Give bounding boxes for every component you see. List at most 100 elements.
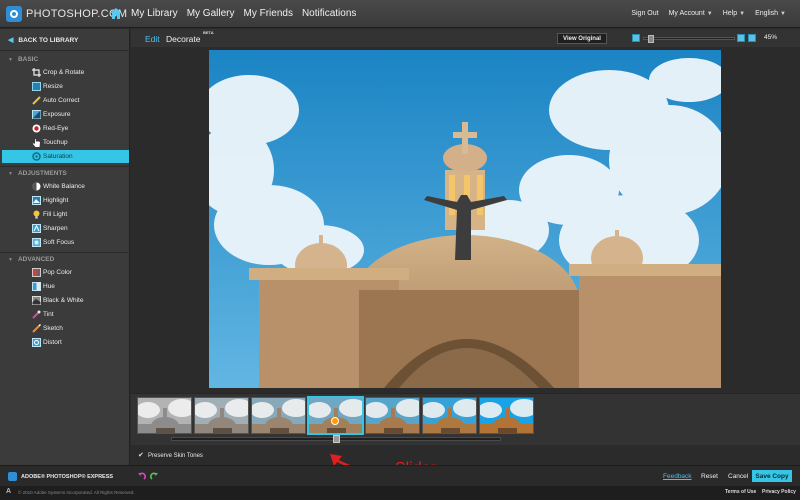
- reset-button[interactable]: Reset: [701, 473, 718, 480]
- tool-white-balance[interactable]: White Balance: [2, 180, 129, 193]
- zoom-fit-icon[interactable]: [748, 34, 756, 42]
- save-copy-button[interactable]: Save Copy: [752, 470, 792, 482]
- tools-sidebar: ◀ BACK TO LIBRARY ▼ BASIC Crop & Rotate …: [0, 29, 130, 465]
- undo-icon[interactable]: [137, 472, 146, 481]
- filter-thumbnail[interactable]: [422, 397, 477, 434]
- tool-label: Crop & Rotate: [43, 69, 85, 76]
- filter-thumbnail[interactable]: [137, 397, 192, 434]
- nav-my-gallery[interactable]: My Gallery: [187, 8, 235, 19]
- bottom-action-bar: ADOBE® PHOTOSHOP® EXPRESS Feedback Reset…: [0, 465, 800, 486]
- beta-badge: BETA: [203, 30, 214, 35]
- language-label: English: [755, 10, 779, 17]
- filter-thumbnail[interactable]: [251, 397, 306, 434]
- distort-icon: [32, 338, 41, 347]
- zoom-slider-handle[interactable]: [648, 35, 654, 43]
- home-icon[interactable]: [110, 8, 122, 19]
- tool-fill-light[interactable]: Fill Light: [2, 208, 129, 221]
- help-menu[interactable]: Help ▼: [723, 10, 745, 17]
- nav-my-friends[interactable]: My Friends: [243, 8, 292, 19]
- back-to-library-button[interactable]: ◀ BACK TO LIBRARY: [8, 36, 78, 45]
- section-advanced[interactable]: ▼ ADVANCED: [8, 256, 54, 263]
- terms-of-use-link[interactable]: Terms of Use: [725, 489, 756, 495]
- tool-label: Red-Eye: [43, 125, 69, 132]
- sharpen-icon: [32, 224, 41, 233]
- tool-touchup[interactable]: Touchup: [2, 136, 129, 149]
- hue-icon: [32, 282, 41, 291]
- sign-out-link[interactable]: Sign Out: [631, 10, 658, 17]
- filter-thumbnail[interactable]: [194, 397, 249, 434]
- copyright-text: © 2010 Adobe Systems Incorporated. All R…: [18, 490, 135, 495]
- photoshop-express-brand: ADOBE® PHOTOSHOP® EXPRESS: [8, 472, 113, 481]
- saturation-slider[interactable]: [171, 435, 501, 443]
- tool-soft-focus[interactable]: Soft Focus: [2, 236, 129, 249]
- tool-black-white[interactable]: Black & White: [2, 294, 129, 307]
- adobe-logo-icon: A: [6, 488, 12, 495]
- tool-label: Distort: [43, 339, 62, 346]
- tool-tint[interactable]: Tint: [2, 308, 129, 321]
- filter-thumbnail[interactable]: [365, 397, 420, 434]
- privacy-policy-link[interactable]: Privacy Policy: [762, 489, 796, 495]
- feedback-link[interactable]: Feedback: [663, 473, 692, 480]
- tool-label: Highlight: [43, 197, 69, 204]
- nav-my-library[interactable]: My Library: [131, 8, 178, 19]
- sketch-icon: [32, 324, 41, 333]
- nav-notifications[interactable]: Notifications: [302, 8, 356, 19]
- tool-resize[interactable]: Resize: [2, 80, 129, 93]
- tool-label: Fill Light: [43, 211, 68, 218]
- section-label: ADVANCED: [17, 256, 55, 263]
- pop-color-icon: [32, 268, 41, 277]
- view-original-button[interactable]: View Original: [557, 33, 607, 44]
- express-label: ADOBE® PHOTOSHOP® EXPRESS: [21, 473, 114, 480]
- zoom-level-readout: 45%: [764, 34, 778, 41]
- photoshop-express-icon: [8, 472, 17, 481]
- bulb-icon: [33, 210, 40, 219]
- tool-label: Tint: [43, 311, 54, 318]
- tool-saturation[interactable]: Saturation: [2, 150, 129, 163]
- thumbnail-image: [366, 398, 419, 433]
- preserve-skin-tones-option[interactable]: ✔ Preserve Skin Tones: [138, 452, 203, 459]
- checkmark-icon[interactable]: ✔: [138, 452, 144, 459]
- preserve-skin-tones-label: Preserve Skin Tones: [148, 453, 203, 459]
- thumbnail-image: [480, 398, 533, 433]
- crop-icon: [32, 68, 41, 77]
- tool-auto-correct[interactable]: Auto Correct: [2, 94, 129, 107]
- zoom-in-icon[interactable]: [737, 34, 745, 42]
- section-label: BASIC: [17, 56, 39, 63]
- thumbnail-image: [252, 398, 305, 433]
- tab-decorate[interactable]: Decorate: [166, 34, 201, 44]
- tool-label: Saturation: [43, 153, 73, 160]
- tool-crop-rotate[interactable]: Crop & Rotate: [2, 66, 129, 79]
- my-account-menu[interactable]: My Account ▼: [669, 10, 713, 17]
- tool-sketch[interactable]: Sketch: [2, 322, 129, 335]
- language-menu[interactable]: English ▼: [755, 10, 786, 17]
- tool-label: White Balance: [43, 183, 85, 190]
- filter-thumbnail[interactable]: [308, 397, 363, 434]
- tool-label: Sharpen: [43, 225, 68, 232]
- thumbnail-image: [309, 398, 362, 433]
- saturation-slider-handle[interactable]: [333, 435, 340, 443]
- zoom-slider[interactable]: [643, 35, 735, 43]
- section-adjustments[interactable]: ▼ ADJUSTMENTS: [8, 170, 67, 177]
- photo-preview[interactable]: [209, 50, 721, 388]
- tool-label: Hue: [43, 283, 55, 290]
- tool-pop-color[interactable]: Pop Color: [2, 266, 129, 279]
- tool-label: Auto Correct: [43, 97, 80, 104]
- divider: [0, 166, 130, 167]
- tool-label: Black & White: [43, 297, 84, 304]
- tool-sharpen[interactable]: Sharpen: [2, 222, 129, 235]
- section-basic[interactable]: ▼ BASIC: [8, 56, 38, 63]
- zoom-out-icon[interactable]: [632, 34, 640, 42]
- tint-icon: [32, 310, 41, 319]
- tool-red-eye[interactable]: Red-Eye: [2, 122, 129, 135]
- triangle-down-icon: ▼: [8, 56, 13, 63]
- tool-highlight[interactable]: Highlight: [2, 194, 129, 207]
- tool-hue[interactable]: Hue: [2, 280, 129, 293]
- tab-edit[interactable]: Edit: [145, 34, 160, 44]
- eye-icon: [32, 124, 41, 133]
- tool-distort[interactable]: Distort: [2, 336, 129, 349]
- cancel-button[interactable]: Cancel: [728, 473, 748, 480]
- wand-icon: [32, 96, 41, 105]
- tool-exposure[interactable]: Exposure: [2, 108, 129, 121]
- filter-thumbnail[interactable]: [479, 397, 534, 434]
- redo-icon[interactable]: [150, 472, 159, 481]
